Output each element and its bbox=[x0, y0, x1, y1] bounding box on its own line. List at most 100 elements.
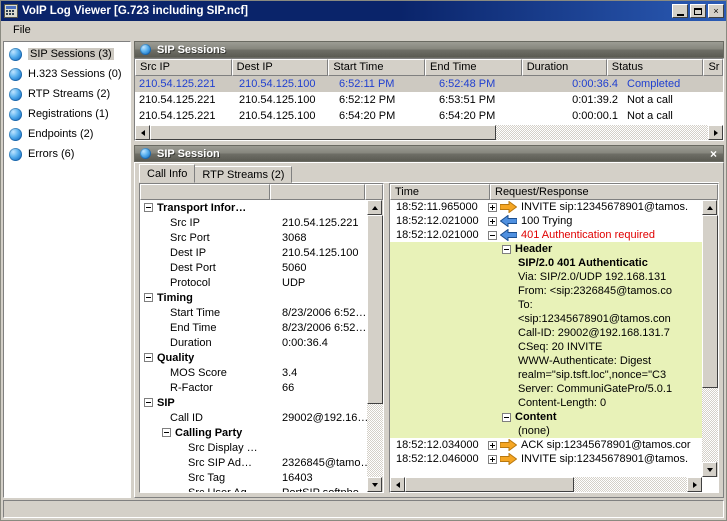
tree-item-src-user-agent[interactable]: Src User Ag… PortSIP softpho… bbox=[140, 485, 367, 493]
tree-item-r-factor[interactable]: R-Factor 66 bbox=[140, 380, 367, 395]
scroll-down-arrow-icon[interactable] bbox=[367, 477, 382, 492]
message-row-invite-2[interactable]: 18:52:12.046000 INVITE sip:12345678901@t… bbox=[390, 452, 702, 466]
tree-item-src-display-name[interactable]: Src Display … bbox=[140, 440, 367, 455]
tree-column-header-value[interactable] bbox=[270, 184, 365, 200]
scroll-left-arrow-icon[interactable] bbox=[390, 477, 405, 492]
tree-label: Src Port bbox=[170, 231, 210, 244]
tree-value: 5060 bbox=[282, 261, 307, 274]
sidebar-item-label: Endpoints (2) bbox=[28, 128, 94, 140]
collapse-icon[interactable] bbox=[144, 293, 153, 302]
column-header-start-time[interactable]: Start Time bbox=[328, 59, 426, 76]
menu-file[interactable]: File bbox=[7, 23, 37, 37]
column-header-status[interactable]: Status bbox=[606, 59, 704, 76]
tree-item-duration[interactable]: Duration 0:00:36.4 bbox=[140, 335, 367, 350]
tree-item-dest-ip[interactable]: Dest IP 210.54.125.100 bbox=[140, 245, 367, 260]
detail-group-content[interactable]: Content bbox=[390, 410, 702, 424]
collapse-icon[interactable] bbox=[144, 203, 153, 212]
close-icon[interactable]: × bbox=[710, 147, 717, 161]
tree-group-transport-information[interactable]: Transport Infor… bbox=[140, 200, 367, 215]
maximize-button[interactable] bbox=[690, 4, 706, 18]
table-row[interactable]: 210.54.125.221 210.54.125.100 6:52:11 PM… bbox=[135, 76, 723, 92]
tree-item-start-time[interactable]: Start Time 8/23/2006 6:52… bbox=[140, 305, 367, 320]
sip-message-list: 18:52:11.965000 INVITE sip:12345678901@t… bbox=[390, 200, 702, 477]
tree-item-end-time[interactable]: End Time 8/23/2006 6:52… bbox=[140, 320, 367, 335]
tree-item-mos-score[interactable]: MOS Score 3.4 bbox=[140, 365, 367, 380]
sidebar-item-rtp-streams[interactable]: RTP Streams (2) bbox=[4, 84, 130, 104]
column-header-src-ip[interactable]: Src IP bbox=[135, 59, 232, 76]
tree-item-protocol[interactable]: Protocol UDP bbox=[140, 275, 367, 290]
sidebar-item-endpoints[interactable]: Endpoints (2) bbox=[4, 124, 130, 144]
tree-label: MOS Score bbox=[170, 366, 227, 379]
scroll-thumb[interactable] bbox=[405, 477, 575, 492]
tree-group-calling-party[interactable]: Calling Party bbox=[140, 425, 367, 440]
collapse-icon[interactable] bbox=[162, 428, 171, 437]
minimize-button[interactable] bbox=[672, 4, 688, 18]
scroll-track[interactable] bbox=[702, 215, 718, 462]
cell-duration: 0:00:36.4 bbox=[572, 78, 618, 90]
tree-item-dest-port[interactable]: Dest Port 5060 bbox=[140, 260, 367, 275]
scroll-up-arrow-icon[interactable] bbox=[702, 200, 717, 215]
scroll-thumb[interactable] bbox=[702, 215, 718, 388]
sidebar-item-h323-sessions[interactable]: H.323 Sessions (0) bbox=[4, 64, 130, 84]
close-button[interactable]: × bbox=[708, 4, 724, 18]
column-header-request-response[interactable]: Request/Response bbox=[490, 184, 718, 200]
message-row-ack[interactable]: 18:52:12.034000 ACK sip:12345678901@tamo… bbox=[390, 438, 702, 452]
sip-messages-pane: Time Request/Response 18:52:11.965000 IN… bbox=[389, 183, 719, 493]
expand-icon[interactable] bbox=[484, 440, 500, 450]
column-header-sr[interactable]: Sr bbox=[703, 59, 723, 76]
tree-group-sip[interactable]: SIP bbox=[140, 395, 367, 410]
tree-item-src-sip-address[interactable]: Src SIP Ad… 2326845@tamo… bbox=[140, 455, 367, 470]
detail-group-header[interactable]: Header bbox=[390, 242, 702, 256]
column-header-duration[interactable]: Duration bbox=[521, 59, 607, 76]
scroll-track[interactable] bbox=[150, 125, 708, 140]
scroll-track[interactable] bbox=[405, 477, 687, 492]
messages-column-header-row: Time Request/Response bbox=[390, 184, 718, 200]
scroll-thumb[interactable] bbox=[367, 215, 383, 404]
scroll-thumb[interactable] bbox=[150, 125, 496, 140]
expand-icon[interactable] bbox=[484, 216, 500, 226]
collapse-icon[interactable] bbox=[144, 353, 153, 362]
collapse-icon[interactable] bbox=[502, 412, 511, 422]
tree-value: 29002@192.16… bbox=[282, 411, 367, 424]
column-header-end-time[interactable]: End Time bbox=[425, 59, 522, 76]
collapse-icon[interactable] bbox=[484, 230, 500, 240]
tree-vertical-scrollbar[interactable] bbox=[367, 200, 383, 492]
tree-item-src-port[interactable]: Src Port 3068 bbox=[140, 230, 367, 245]
tree-group-quality[interactable]: Quality bbox=[140, 350, 367, 365]
scroll-down-arrow-icon[interactable] bbox=[702, 462, 717, 477]
scroll-right-arrow-icon[interactable] bbox=[708, 125, 723, 140]
tree-column-header-name[interactable] bbox=[140, 184, 270, 200]
sip-session-panel-header: SIP Session × bbox=[134, 145, 724, 162]
table-row[interactable]: 210.54.125.221 210.54.125.100 6:52:12 PM… bbox=[135, 92, 723, 108]
sphere-icon bbox=[9, 87, 22, 101]
scroll-right-arrow-icon[interactable] bbox=[687, 477, 702, 492]
expand-icon[interactable] bbox=[484, 454, 500, 464]
tree-item-src-ip[interactable]: Src IP 210.54.125.221 bbox=[140, 215, 367, 230]
sidebar-item-sip-sessions[interactable]: SIP Sessions (3) bbox=[4, 44, 130, 64]
scroll-up-arrow-icon[interactable] bbox=[367, 200, 382, 215]
collapse-icon[interactable] bbox=[144, 398, 153, 407]
expand-icon[interactable] bbox=[484, 202, 500, 212]
tree-item-src-tag[interactable]: Src Tag 16403 bbox=[140, 470, 367, 485]
scroll-track[interactable] bbox=[367, 215, 383, 477]
messages-vertical-scrollbar[interactable] bbox=[702, 200, 718, 477]
detail-line: SIP/2.0 401 Authenticatic bbox=[390, 256, 702, 270]
column-header-dest-ip[interactable]: Dest IP bbox=[231, 59, 329, 76]
cell-dest-ip: 210.54.125.100 bbox=[239, 94, 316, 106]
collapse-icon[interactable] bbox=[502, 244, 511, 254]
tree-item-call-id[interactable]: Call ID 29002@192.16… bbox=[140, 410, 367, 425]
message-row-100-trying[interactable]: 18:52:12.021000 100 Trying bbox=[390, 214, 702, 228]
message-row-401-auth-required[interactable]: 18:52:12.021000 401 Authentication requi… bbox=[390, 228, 702, 242]
sidebar-item-registrations[interactable]: Registrations (1) bbox=[4, 104, 130, 124]
sidebar-item-errors[interactable]: Errors (6) bbox=[4, 144, 130, 164]
messages-horizontal-scrollbar[interactable] bbox=[390, 477, 702, 492]
tab-call-info[interactable]: Call Info bbox=[139, 164, 196, 183]
column-header-time[interactable]: Time bbox=[390, 184, 490, 200]
sip-session-detail-panel: SIP Session × Call Info RTP Streams (2) bbox=[134, 145, 724, 498]
table-row[interactable]: 210.54.125.221 210.54.125.100 6:54:20 PM… bbox=[135, 108, 723, 124]
tab-rtp-streams[interactable]: RTP Streams (2) bbox=[194, 166, 293, 183]
scroll-left-arrow-icon[interactable] bbox=[135, 125, 150, 140]
tree-group-timing[interactable]: Timing bbox=[140, 290, 367, 305]
sessions-horizontal-scrollbar[interactable] bbox=[135, 125, 723, 140]
message-row-invite[interactable]: 18:52:11.965000 INVITE sip:12345678901@t… bbox=[390, 200, 702, 214]
